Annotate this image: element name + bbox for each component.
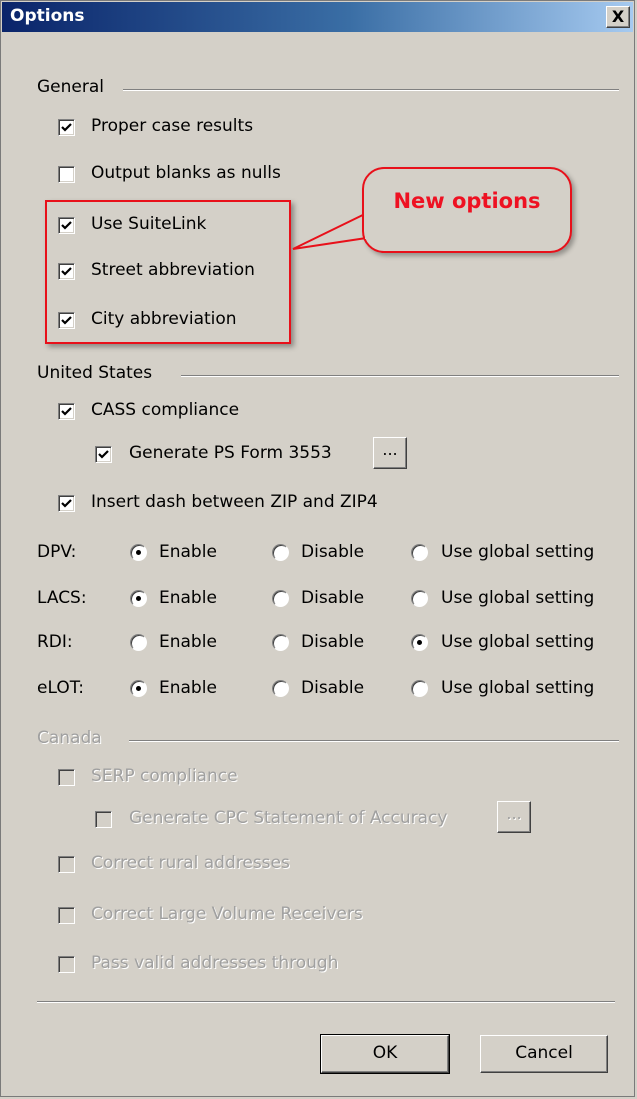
checkmark-icon [98, 450, 109, 459]
lacs-enable-radio[interactable] [130, 590, 147, 607]
correct-lvr-label: Correct Large Volume Receivers [91, 904, 363, 924]
proper-case-checkbox[interactable] [58, 119, 75, 136]
elot-disable-label: Disable [301, 678, 365, 698]
lacs-disable-radio[interactable] [272, 590, 289, 607]
dpv-enable-label: Enable [159, 542, 217, 562]
new-options-callout: New options [362, 167, 572, 253]
group-us-divider [181, 375, 619, 377]
rdi-global-label: Use global setting [441, 632, 595, 652]
footer-separator [37, 1001, 615, 1003]
output-blanks-label: Output blanks as nulls [91, 163, 281, 183]
generate-ps-form-checkbox[interactable] [95, 446, 112, 463]
lacs-enable-label: Enable [159, 588, 217, 608]
pass-valid-label: Pass valid addresses through [91, 953, 339, 973]
cass-compliance-checkbox[interactable] [58, 403, 75, 420]
close-button[interactable]: X [606, 6, 630, 28]
title-bar[interactable]: Options X [2, 2, 633, 32]
options-dialog: Options X General Proper case results Ou… [0, 0, 635, 1097]
dpv-disable-radio[interactable] [272, 544, 289, 561]
radio-selected-dot [136, 686, 141, 691]
elot-global-label: Use global setting [441, 678, 595, 698]
cpc-browse-button[interactable]: ... [497, 801, 531, 833]
radio-selected-dot [136, 596, 141, 601]
lacs-label: LACS: [37, 588, 87, 608]
elot-enable-label: Enable [159, 678, 217, 698]
group-us-label: United States [37, 363, 153, 383]
group-general-divider [123, 89, 619, 91]
generate-ps-form-label: Generate PS Form 3553 [129, 443, 332, 463]
rdi-enable-label: Enable [159, 632, 217, 652]
dialog-title: Options [10, 6, 85, 26]
group-canada-label: Canada [37, 728, 102, 748]
pass-valid-checkbox[interactable] [58, 956, 75, 973]
radio-selected-dot [417, 640, 422, 645]
generate-cpc-label: Generate CPC Statement of Accuracy [129, 808, 448, 828]
serp-compliance-label: SERP compliance [91, 766, 238, 786]
rdi-enable-radio[interactable] [130, 634, 147, 651]
rdi-disable-label: Disable [301, 632, 365, 652]
correct-rural-label: Correct rural addresses [91, 853, 290, 873]
proper-case-label: Proper case results [91, 116, 254, 136]
ok-button[interactable]: OK [320, 1034, 450, 1074]
output-blanks-checkbox[interactable] [58, 166, 75, 183]
lacs-global-radio[interactable] [411, 590, 428, 607]
checkmark-icon [61, 123, 72, 132]
ps-form-browse-button[interactable]: ... [373, 437, 407, 469]
serp-compliance-checkbox[interactable] [58, 769, 75, 786]
checkmark-icon [61, 499, 72, 508]
cass-compliance-label: CASS compliance [91, 400, 240, 420]
rdi-label: RDI: [37, 632, 73, 652]
new-options-highlight [45, 200, 291, 344]
radio-selected-dot [136, 550, 141, 555]
group-general-label: General [37, 77, 104, 97]
cancel-button[interactable]: Cancel [480, 1035, 608, 1073]
correct-rural-checkbox[interactable] [58, 856, 75, 873]
rdi-disable-radio[interactable] [272, 634, 289, 651]
lacs-global-label: Use global setting [441, 588, 595, 608]
dpv-global-label: Use global setting [441, 542, 595, 562]
elot-label: eLOT: [37, 678, 84, 698]
elot-disable-radio[interactable] [272, 680, 289, 697]
elot-global-radio[interactable] [411, 680, 428, 697]
lacs-disable-label: Disable [301, 588, 365, 608]
rdi-global-radio[interactable] [411, 634, 428, 651]
dpv-disable-label: Disable [301, 542, 365, 562]
generate-cpc-checkbox[interactable] [95, 811, 112, 828]
dpv-global-radio[interactable] [411, 544, 428, 561]
insert-dash-label: Insert dash between ZIP and ZIP4 [91, 492, 378, 512]
insert-dash-checkbox[interactable] [58, 495, 75, 512]
elot-enable-radio[interactable] [130, 680, 147, 697]
correct-lvr-checkbox[interactable] [58, 907, 75, 924]
dpv-label: DPV: [37, 542, 77, 562]
checkmark-icon [61, 407, 72, 416]
group-canada-divider [129, 740, 619, 742]
callout-text: New options [393, 189, 541, 213]
callout-join [365, 209, 371, 239]
dpv-enable-radio[interactable] [130, 544, 147, 561]
